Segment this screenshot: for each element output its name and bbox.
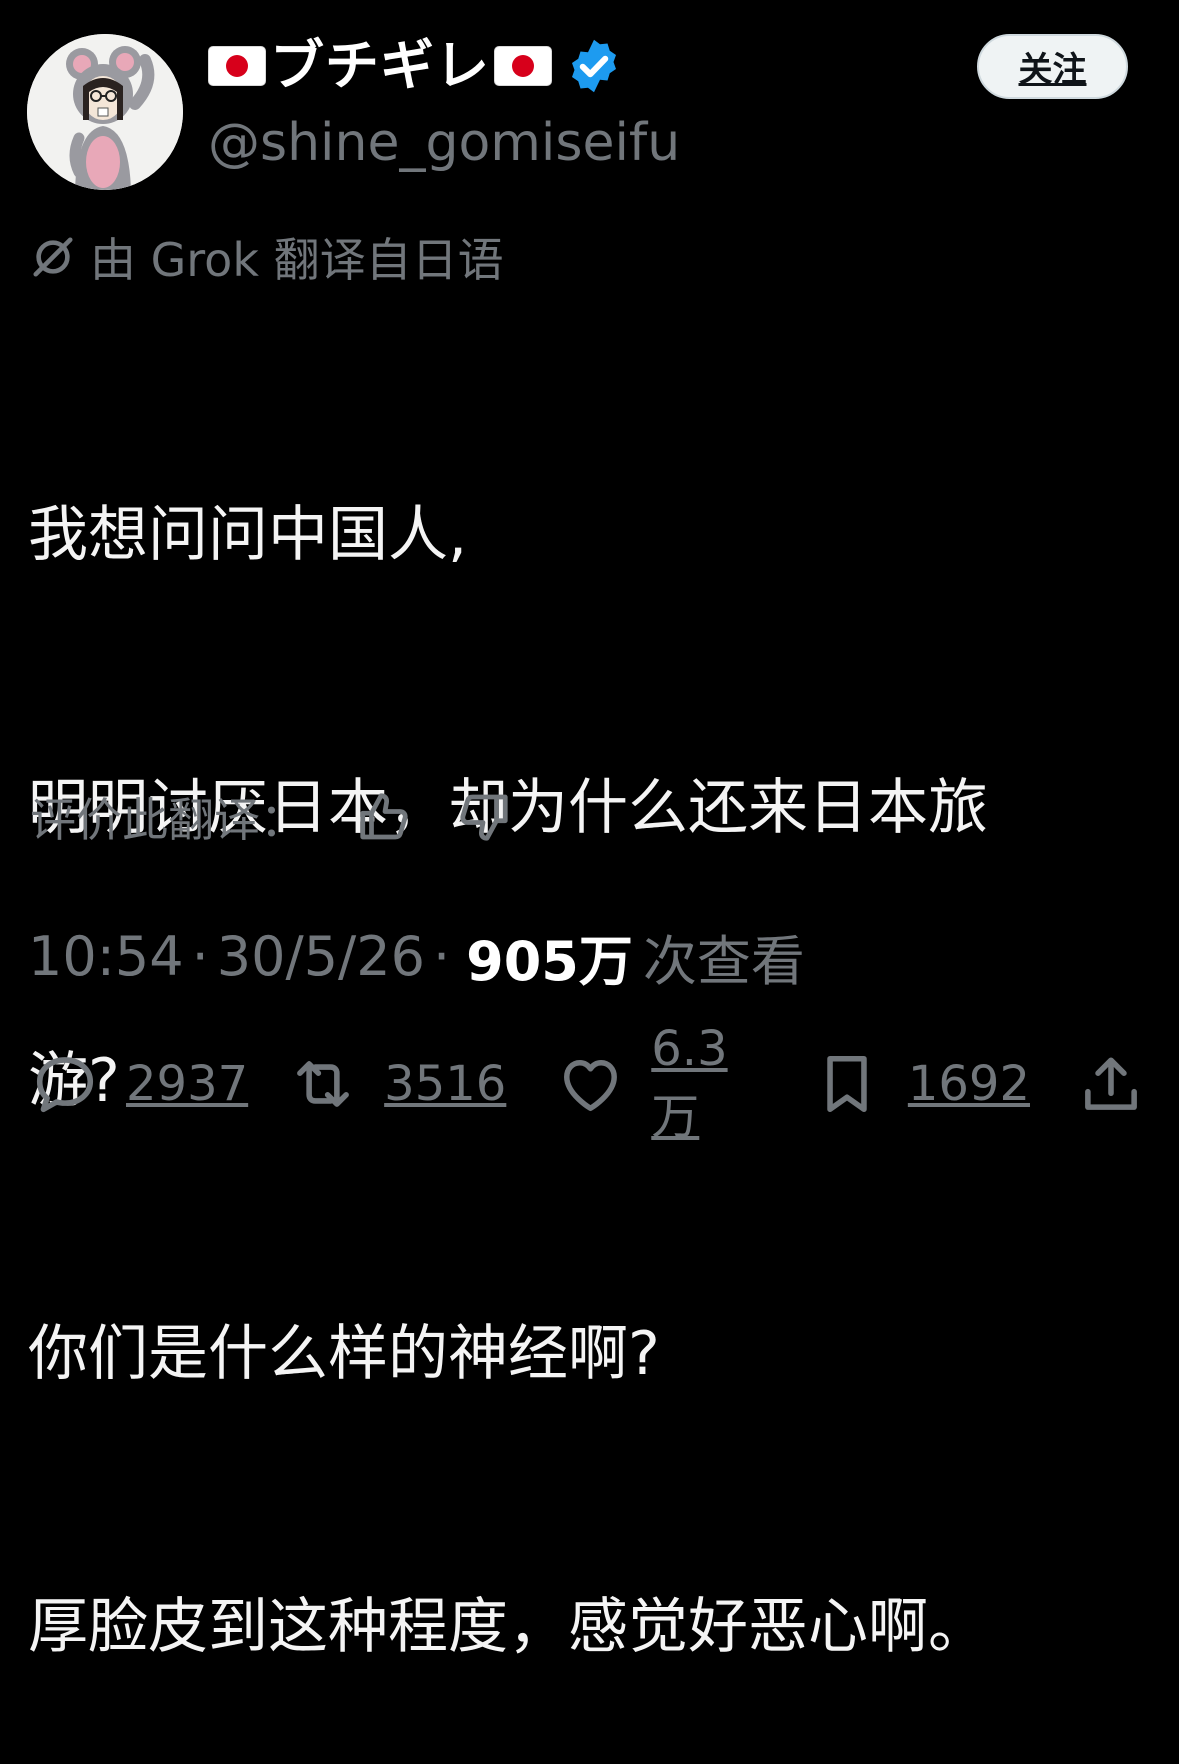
reply-count[interactable]: 2937 (126, 1056, 248, 1112)
reply-button[interactable]: 2937 (28, 1047, 248, 1121)
display-name-row[interactable]: ブチギレ (208, 34, 624, 98)
tweet-line: 你们是什么样的神经啊? (28, 1319, 660, 1389)
tweet-line: 厚脸皮到这种程度，感觉好恶心啊。 (28, 1592, 988, 1662)
thumbs-down-icon[interactable] (454, 787, 514, 847)
rate-translation-label: 评价此翻译： (30, 793, 306, 847)
bookmark-icon (827, 1055, 867, 1113)
thumbs-up-icon[interactable] (354, 787, 414, 847)
grok-icon (33, 237, 73, 277)
japan-flag-icon (208, 46, 266, 86)
heart-icon (564, 1059, 618, 1112)
like-button[interactable]: 6.3万 (554, 1021, 774, 1147)
like-count[interactable]: 6.3万 (651, 1021, 774, 1147)
meta-separator: · (432, 924, 451, 988)
avatar[interactable] (27, 34, 183, 190)
display-name[interactable]: ブチギレ (270, 34, 490, 98)
tweet-meta: 10:54 · 30/5/26 · 905万 次查看 (28, 920, 805, 993)
verified-badge-icon (572, 39, 616, 93)
bookmark-button[interactable]: 1692 (810, 1047, 1030, 1121)
action-bar: 2937 3516 6.3万 1692 (28, 1021, 1148, 1145)
share-button[interactable] (1074, 1047, 1148, 1121)
tweet-date[interactable]: 30/5/26 (217, 925, 425, 988)
tweet-time[interactable]: 10:54 (28, 925, 184, 988)
rate-translation-row: 评价此翻译： (30, 782, 514, 852)
rat-costume-avatar (27, 34, 183, 190)
reply-icon (36, 1057, 94, 1113)
share-icon (1085, 1057, 1137, 1110)
repost-button[interactable]: 3516 (286, 1047, 506, 1121)
tweet-line: 我想问问中国人, (28, 500, 468, 570)
follow-button[interactable]: 关注 (977, 34, 1128, 99)
japan-flag-icon (494, 46, 552, 86)
translation-note: 由 Grok 翻译自日语 (30, 222, 504, 292)
view-count-label: 次查看 (642, 929, 805, 993)
view-count[interactable]: 905万 (466, 917, 633, 996)
bookmark-count[interactable]: 1692 (908, 1056, 1030, 1112)
user-handle[interactable]: @shine_gomiseifu (208, 108, 680, 178)
meta-separator: · (191, 924, 209, 988)
translation-note-text: 由 Grok 翻译自日语 (90, 233, 504, 287)
repost-icon (297, 1061, 350, 1107)
repost-count[interactable]: 3516 (384, 1056, 506, 1112)
